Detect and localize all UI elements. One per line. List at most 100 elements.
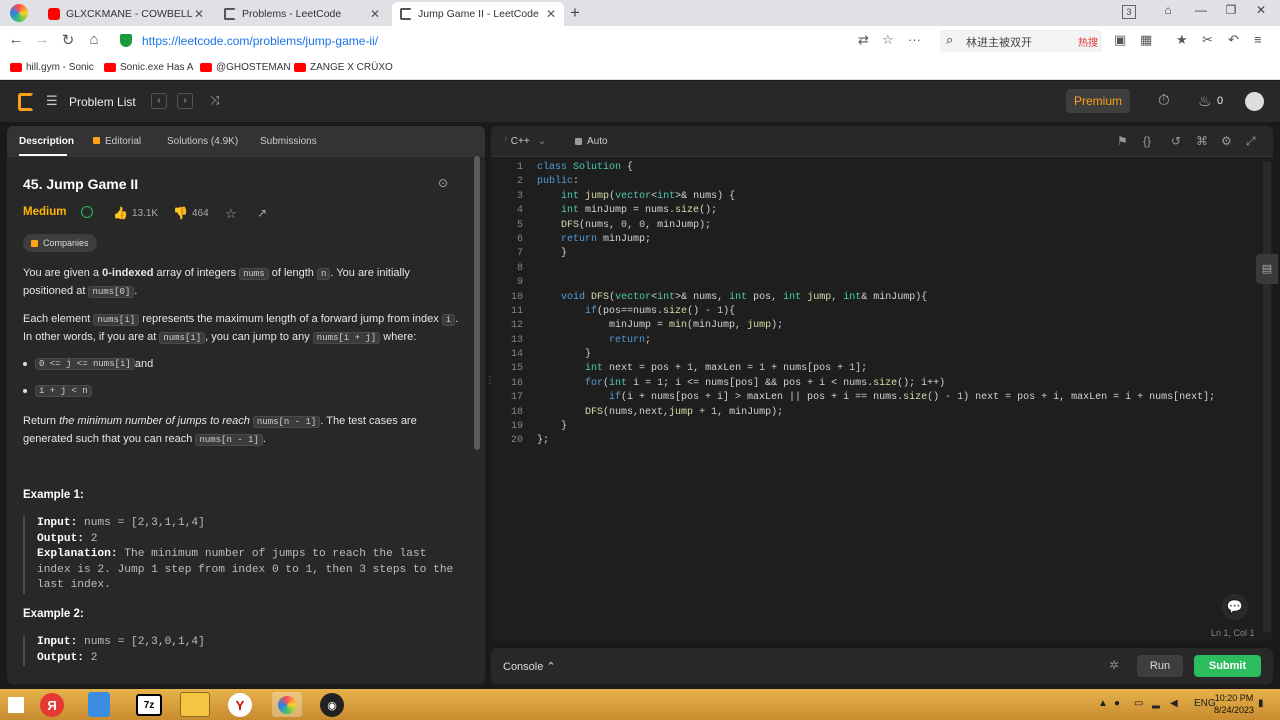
next-problem-button[interactable]: ›	[177, 93, 193, 109]
url-field[interactable]: https://leetcode.com/problems/jump-game-…	[112, 30, 872, 52]
home-icon[interactable]: ⌂	[84, 31, 104, 48]
tools-icon[interactable]: ✂	[1202, 32, 1213, 48]
tray-battery-icon[interactable]: ▭	[1134, 698, 1143, 709]
code-line[interactable]: 4 int minJump = nums.size();	[491, 205, 1261, 219]
close-tab-icon[interactable]: ✕	[544, 7, 558, 21]
code-line[interactable]: 15 int next = pos + 1, maxLen = 1 + nums…	[491, 363, 1261, 377]
leetcode-logo-icon[interactable]	[18, 93, 34, 111]
code-line[interactable]: 20};	[491, 435, 1261, 449]
code-line[interactable]: 3 int jump(vector<int>& nums) {	[491, 191, 1261, 205]
translate-icon[interactable]: ⇄	[858, 32, 869, 48]
tray-app-icon[interactable]: ●	[1114, 698, 1120, 709]
code-line[interactable]: 5 DFS(nums, 0, 0, minJump);	[491, 220, 1261, 234]
streak-fire-icon[interactable]: ♨	[1198, 92, 1211, 110]
like-button[interactable]: 👍 13.1K	[113, 206, 158, 220]
editor-scrollbar[interactable]	[1263, 162, 1271, 632]
submit-button[interactable]: Submit	[1194, 655, 1261, 677]
code-line[interactable]: 17 if(i + nums[pos + i] > maxLen || pos …	[491, 392, 1261, 406]
bookmarks-icon[interactable]: ★	[1176, 32, 1188, 48]
tray-network-icon[interactable]: ▂	[1152, 698, 1160, 709]
timer-icon[interactable]: ⏱	[1158, 92, 1170, 109]
browser-tab-youtube[interactable]: GLXCKMANE - COWBELL ✕	[40, 2, 212, 26]
tray-volume-icon[interactable]: ◀	[1170, 698, 1178, 709]
browser-tab-problems[interactable]: Problems - LeetCode ✕	[216, 2, 388, 26]
tab-count-badge[interactable]: 3	[1122, 5, 1136, 19]
system-clock[interactable]: 10:20 PM 8/24/2023	[1214, 692, 1254, 716]
bookmark-icon[interactable]: ⚑	[1117, 134, 1128, 148]
reload-icon[interactable]: ↻	[58, 31, 78, 49]
notifications-icon[interactable]: ▮	[1258, 698, 1264, 709]
skin-icon[interactable]: ⌂	[1155, 3, 1181, 17]
code-line[interactable]: 10 void DFS(vector<int>& nums, int pos, …	[491, 292, 1261, 306]
prev-problem-button[interactable]: ‹	[151, 93, 167, 109]
bookmark-item[interactable]: @GHOSTEMAN	[200, 62, 291, 73]
code-line[interactable]: 11 if(pos==nums.size() - 1){	[491, 306, 1261, 320]
shuffle-icon[interactable]: ⤨	[210, 93, 220, 108]
close-tab-icon[interactable]: ✕	[192, 7, 206, 21]
reset-icon[interactable]: ↺	[1171, 134, 1181, 148]
back-icon[interactable]: ←	[6, 31, 26, 48]
code-line[interactable]: 2 public:	[491, 176, 1261, 190]
code-line[interactable]: 12 minJump = min(minJump, jump);	[491, 320, 1261, 334]
browser-search-box[interactable]: ⌕ 林进主被双开 热搜	[940, 30, 1102, 52]
shortcut-icon[interactable]: ⌘	[1196, 134, 1208, 148]
code-line[interactable]: 16 for(int i = 1; i <= nums[pos] && pos …	[491, 378, 1261, 392]
braces-icon[interactable]: {}	[1143, 134, 1151, 148]
expand-icon[interactable]: ⤢	[1246, 134, 1256, 149]
undo-icon[interactable]: ↶	[1228, 32, 1239, 48]
minimize-button[interactable]: —	[1188, 3, 1214, 17]
code-line[interactable]: 19 }	[491, 421, 1261, 435]
restore-button[interactable]: ❐	[1218, 3, 1244, 17]
book-app-icon[interactable]	[88, 692, 110, 717]
close-window-button[interactable]: ✕	[1248, 3, 1274, 17]
console-toggle[interactable]: Console ⌃	[503, 660, 556, 673]
run-button[interactable]: Run	[1137, 655, 1183, 677]
tray-expand-icon[interactable]: ▲	[1098, 698, 1108, 709]
language-selector[interactable]: ⁱ C++ ⌄	[505, 136, 546, 147]
forward-icon[interactable]: →	[32, 31, 52, 48]
premium-button[interactable]: Premium	[1066, 89, 1130, 113]
favorite-star-icon[interactable]: ☆	[225, 206, 237, 222]
tab-editorial[interactable]: Editorial	[93, 136, 141, 147]
windows-start-icon[interactable]	[8, 697, 24, 713]
more-icon[interactable]: ···	[908, 32, 921, 47]
chat-feedback-icon[interactable]: 💬	[1222, 594, 1248, 620]
apps-grid-icon[interactable]: ▦	[1140, 32, 1152, 48]
code-line[interactable]: 1 class Solution {	[491, 162, 1261, 176]
bookmark-item[interactable]: hill.gym - Sonic	[10, 62, 94, 73]
language-indicator[interactable]: ENG	[1194, 698, 1216, 709]
menu-icon[interactable]: ≡	[1254, 32, 1262, 47]
side-note-icon[interactable]: ▤	[1256, 254, 1278, 284]
code-line[interactable]: 9	[491, 277, 1261, 291]
yandex-browser-icon[interactable]: Y	[228, 693, 252, 717]
debug-bug-icon[interactable]: ✲	[1109, 658, 1119, 672]
active-browser-icon[interactable]	[272, 692, 302, 717]
tab-description[interactable]: Description	[19, 136, 74, 147]
problem-list-link[interactable]: Problem List	[69, 95, 136, 109]
code-line[interactable]: 6 return minJump;	[491, 234, 1261, 248]
yandex-app-icon[interactable]: Я	[40, 693, 64, 717]
avatar[interactable]	[1245, 92, 1264, 111]
code-line[interactable]: 18 DFS(nums,next,jump + 1, minJump);	[491, 407, 1261, 421]
code-area[interactable]: 1 class Solution {2 public: 3 int jump(vect…	[491, 162, 1261, 450]
description-scrollbar[interactable]	[474, 156, 480, 450]
dislike-button[interactable]: 👎 464	[173, 206, 209, 220]
7zip-app-icon[interactable]: 7z	[136, 694, 162, 716]
code-line[interactable]: 14 }	[491, 349, 1261, 363]
tab-submissions[interactable]: Submissions	[260, 136, 317, 147]
tab-solutions[interactable]: Solutions (4.9K)	[167, 136, 238, 147]
star-icon[interactable]: ☆	[882, 32, 894, 48]
panel-resize-handle[interactable]: ⋮	[485, 375, 495, 389]
share-icon[interactable]: ↗	[257, 206, 267, 220]
obs-app-icon[interactable]: ◉	[320, 693, 344, 717]
new-tab-button[interactable]: +	[570, 3, 580, 23]
code-line[interactable]: 13 return;	[491, 335, 1261, 349]
bookmark-item[interactable]: Sonic.exe Has A	[104, 62, 193, 73]
companies-tag[interactable]: Companies	[23, 234, 97, 252]
problem-list-icon[interactable]: ☰	[46, 93, 58, 109]
file-explorer-icon[interactable]	[180, 692, 210, 717]
code-line[interactable]: 8	[491, 263, 1261, 277]
browser-tab-jump-game[interactable]: Jump Game II - LeetCode ✕	[392, 2, 564, 26]
more-options-icon[interactable]: ⊙	[438, 176, 448, 190]
close-tab-icon[interactable]: ✕	[368, 7, 382, 21]
